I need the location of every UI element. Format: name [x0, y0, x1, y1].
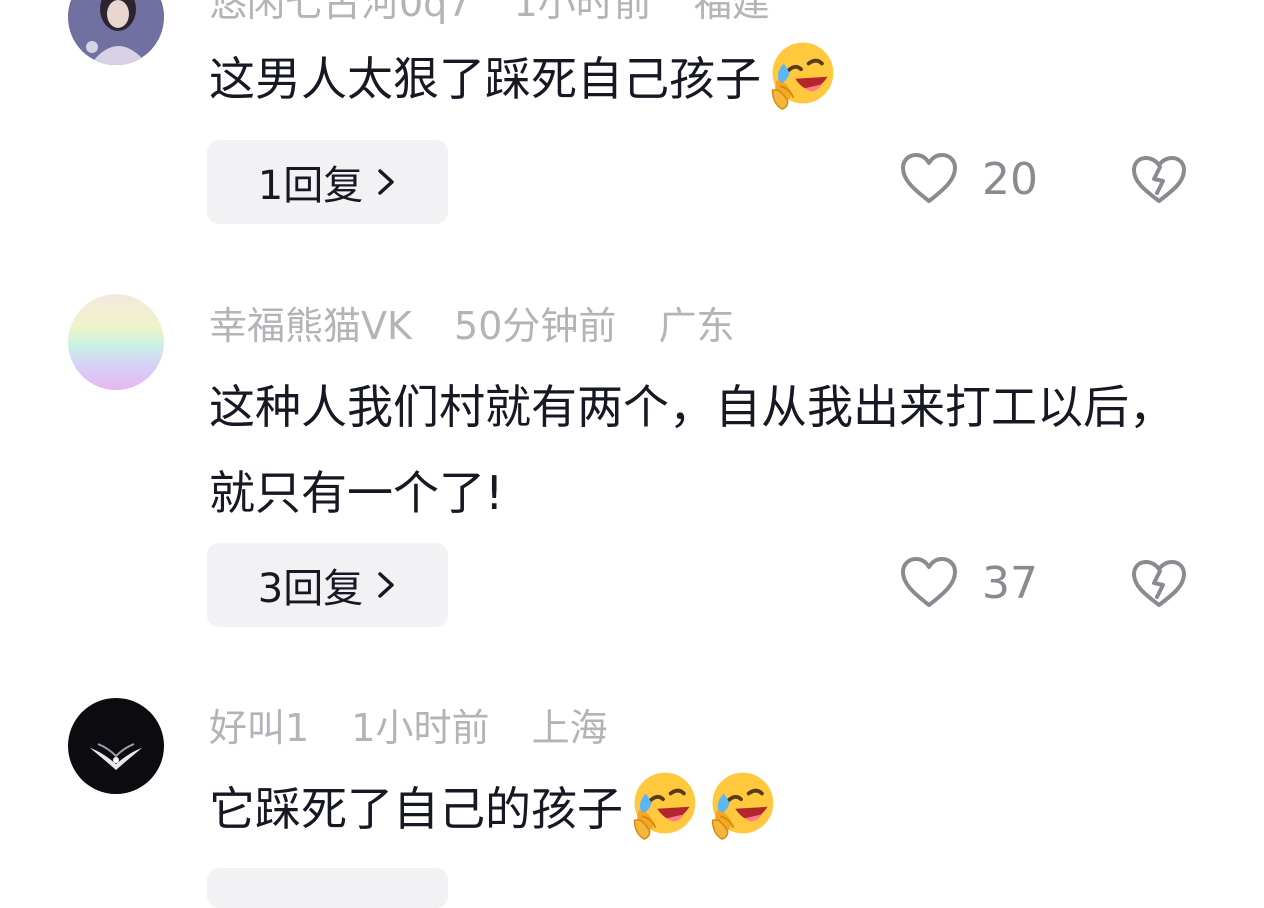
face-with-tears-of-joy-icon [763, 35, 839, 111]
comment-location: 上海 [531, 706, 608, 750]
comment-username[interactable]: 悠闲七古河0q7 [209, 0, 471, 25]
avatar-image [68, 0, 164, 65]
face-with-tears-of-joy-icon [703, 765, 779, 841]
comment-time: 1小时前 [351, 706, 490, 750]
comment-meta: 幸福熊猫VK 50分钟前 广东 [209, 301, 764, 351]
broken-heart-icon[interactable] [1131, 559, 1187, 609]
view-replies-button[interactable]: 1回复 [207, 140, 448, 224]
view-replies-button[interactable]: 3回复 [207, 543, 448, 627]
comment-username[interactable]: 好叫1 [209, 706, 309, 750]
like-count: 37 [982, 557, 1038, 609]
avatar[interactable] [68, 294, 164, 390]
chevron-right-icon [378, 572, 394, 598]
avatar-image [68, 698, 164, 794]
comment-time: 50分钟前 [454, 304, 617, 348]
like-count: 20 [982, 153, 1038, 205]
like-button[interactable]: 37 [900, 556, 1038, 610]
replies-count-label: 3回复 [257, 566, 364, 612]
comment-time: 1小时前 [513, 0, 652, 25]
comment-text-content: 它踩死了自己的孩子 [209, 782, 623, 836]
comment-text: 这种人我们村就有两个，自从我出来打工以后，就只有一个了! [209, 380, 1175, 520]
view-replies-button[interactable] [207, 868, 448, 908]
heart-outline-icon [901, 153, 957, 203]
comment-meta: 悠闲七古河0q7 1小时前 福建 [209, 0, 800, 28]
comment-location: 福建 [693, 0, 770, 25]
replies-count-label: 1回复 [257, 163, 364, 209]
avatar[interactable] [68, 698, 164, 794]
like-button[interactable]: 20 [900, 152, 1038, 206]
heart-outline-icon [901, 557, 957, 607]
chevron-right-icon [378, 169, 394, 195]
avatar-image [68, 294, 164, 390]
comment-text: 这男人太狠了踩死自己孩子 [209, 35, 1189, 122]
comment-text-content: 这男人太狠了踩死自己孩子 [209, 52, 761, 106]
comment-meta: 好叫1 1小时前 上海 [209, 703, 638, 753]
face-with-tears-of-joy-icon [625, 765, 701, 841]
broken-heart-icon[interactable] [1131, 155, 1187, 205]
comment-location: 广东 [658, 304, 735, 348]
avatar[interactable] [68, 0, 164, 65]
comment-text: 它踩死了自己的孩子 [209, 765, 1189, 852]
comment-username[interactable]: 幸福熊猫VK [209, 304, 412, 348]
